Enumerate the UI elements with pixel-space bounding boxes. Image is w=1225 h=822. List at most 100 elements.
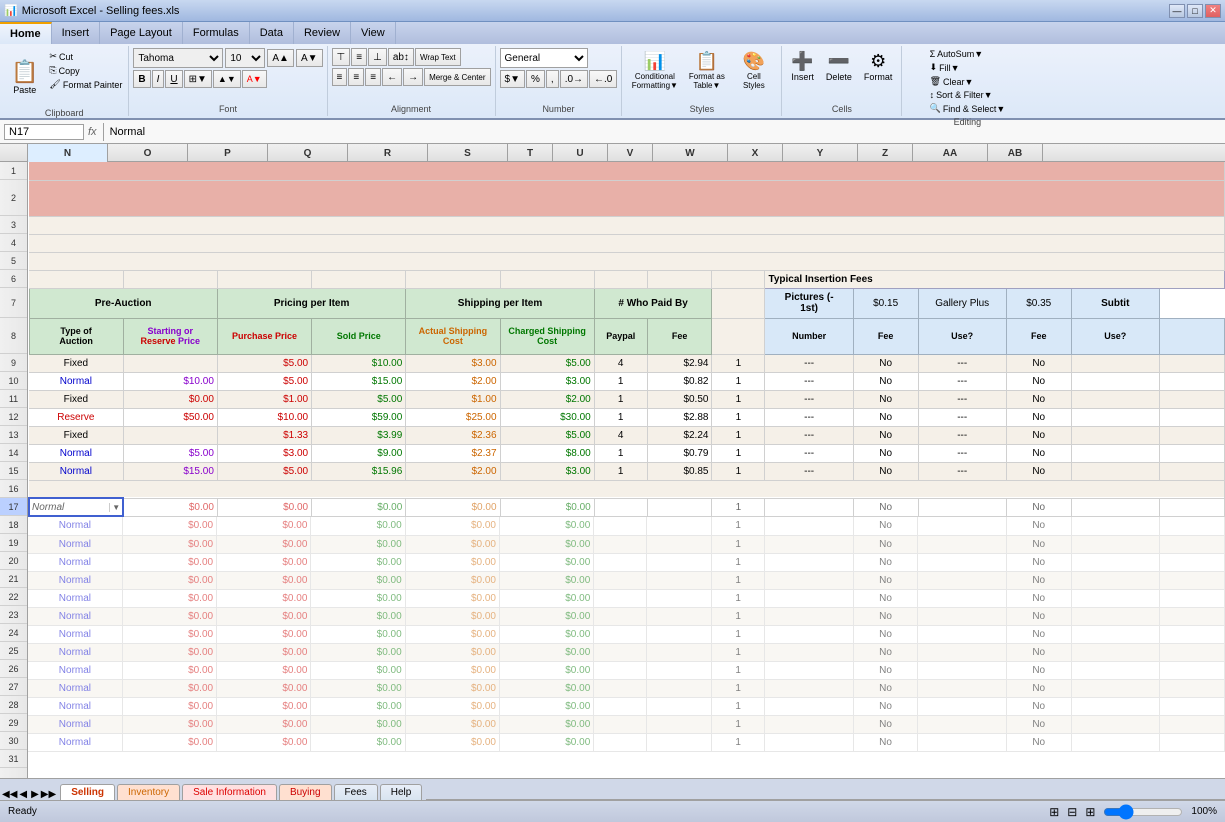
cell-p-faded[interactable]: $0.00	[217, 661, 311, 679]
cell-n-faded[interactable]: Normal	[28, 643, 122, 661]
row-num-23[interactable]: 23	[0, 606, 27, 624]
cell-v-faded[interactable]: 1	[712, 571, 765, 589]
cell-r15[interactable]: $2.00	[406, 462, 500, 480]
row-num-4[interactable]: 4	[0, 234, 27, 252]
cell-s-faded[interactable]: $0.00	[499, 697, 593, 715]
col-header-y[interactable]: Y	[783, 144, 858, 162]
cell-ab-faded[interactable]	[1160, 589, 1225, 607]
cell-x-faded[interactable]: No	[853, 589, 918, 607]
cell-p-faded[interactable]: $0.00	[217, 607, 311, 625]
cell-w14[interactable]: ---	[765, 444, 853, 462]
cell-ab-faded[interactable]	[1160, 571, 1225, 589]
cell-y7[interactable]: Gallery Plus	[918, 288, 1006, 318]
cell-q9[interactable]: $10.00	[312, 354, 406, 372]
cell-v-faded[interactable]: 1	[712, 643, 765, 661]
cell-x12[interactable]: No	[853, 408, 918, 426]
cell-p-faded[interactable]: $0.00	[217, 535, 311, 553]
row-num-6[interactable]: 6	[0, 270, 27, 288]
cell-p9[interactable]: $5.00	[217, 354, 311, 372]
cell-v11[interactable]: 1	[712, 390, 765, 408]
col-header-n[interactable]: N	[28, 144, 108, 162]
cell-w7[interactable]: Pictures (-1st)	[765, 288, 853, 318]
cell-w-faded[interactable]	[765, 589, 853, 607]
cell-x11[interactable]: No	[853, 390, 918, 408]
cell-r-faded[interactable]: $0.00	[405, 553, 499, 571]
cell-ab-faded[interactable]	[1160, 607, 1225, 625]
cell-t7[interactable]: # Who Paid By	[594, 288, 712, 318]
cell-o15[interactable]: $15.00	[123, 462, 217, 480]
sheet-nav-right[interactable]: ▶▶	[41, 789, 56, 800]
cell-r17[interactable]: $0.00	[406, 498, 500, 516]
tab-fees[interactable]: Fees	[334, 784, 378, 800]
cell-r13[interactable]: $2.36	[406, 426, 500, 444]
cell-u-faded[interactable]	[647, 715, 712, 733]
cell-o-faded[interactable]: $0.00	[122, 625, 216, 643]
row-num-15[interactable]: 15	[0, 462, 27, 480]
cell-p-faded[interactable]: $0.00	[217, 679, 311, 697]
cell-z-faded[interactable]: No	[1006, 571, 1071, 589]
cell-v14[interactable]: 1	[712, 444, 765, 462]
cell-n14[interactable]: Normal	[29, 444, 123, 462]
cell-y-faded[interactable]	[918, 571, 1006, 589]
cell-o12[interactable]: $50.00	[123, 408, 217, 426]
tab-review[interactable]: Review	[294, 22, 351, 44]
cell-r-faded[interactable]: $0.00	[405, 715, 499, 733]
cell-aa7[interactable]: Subtit	[1071, 288, 1159, 318]
cell-z-faded[interactable]: No	[1006, 661, 1071, 679]
paste-button[interactable]: 📋 Paste	[4, 48, 45, 106]
cell-v7[interactable]	[712, 288, 765, 318]
cell-s-faded[interactable]: $0.00	[499, 679, 593, 697]
cell-t-faded[interactable]	[594, 661, 647, 679]
cell-ab13[interactable]	[1159, 426, 1224, 444]
cell-x15[interactable]: No	[853, 462, 918, 480]
cell-s14[interactable]: $8.00	[500, 444, 594, 462]
cell-n-faded[interactable]: Normal	[28, 517, 122, 535]
row-num-1[interactable]: 1	[0, 162, 27, 180]
cell-q-faded[interactable]: $0.00	[311, 661, 405, 679]
row-num-14[interactable]: 14	[0, 444, 27, 462]
cell-ab12[interactable]	[1159, 408, 1224, 426]
cell-r-faded[interactable]: $0.00	[405, 535, 499, 553]
cell-x8[interactable]: Fee	[853, 318, 918, 354]
cell-y14[interactable]: ---	[918, 444, 1006, 462]
cell-t9[interactable]: 4	[594, 354, 647, 372]
cell-w-faded[interactable]	[765, 661, 853, 679]
cell-o6[interactable]	[123, 270, 217, 288]
cell-q15[interactable]: $15.96	[312, 462, 406, 480]
cell-styles-btn[interactable]: 🎨 Cell Styles	[734, 48, 774, 93]
cell-aa11[interactable]	[1071, 390, 1159, 408]
cell-v-faded[interactable]: 1	[712, 679, 765, 697]
col-header-u[interactable]: U	[553, 144, 608, 162]
cell-x-faded[interactable]: No	[853, 643, 918, 661]
cell-s10[interactable]: $3.00	[500, 372, 594, 390]
cell-aa12[interactable]	[1071, 408, 1159, 426]
cell-t-faded[interactable]	[594, 517, 647, 535]
cell-w-faded[interactable]	[765, 517, 853, 535]
cell-v-faded[interactable]: 1	[712, 661, 765, 679]
borders-btn[interactable]: ⊞▼	[184, 70, 212, 88]
tab-data[interactable]: Data	[250, 22, 294, 44]
cell-s-faded[interactable]: $0.00	[499, 571, 593, 589]
cell-o17[interactable]: $0.00	[123, 498, 217, 516]
row-num-7[interactable]: 7	[0, 288, 27, 318]
cell-o-faded[interactable]: $0.00	[122, 697, 216, 715]
cell-v15[interactable]: 1	[712, 462, 765, 480]
cell-v-faded[interactable]: 1	[712, 607, 765, 625]
cell-p-faded[interactable]: $0.00	[217, 517, 311, 535]
cell-w-faded[interactable]	[765, 553, 853, 571]
cell-v-faded[interactable]: 1	[712, 733, 765, 751]
cell-ab14[interactable]	[1159, 444, 1224, 462]
row-num-27[interactable]: 27	[0, 678, 27, 696]
cell-r7[interactable]: Shipping per Item	[406, 288, 594, 318]
cell-x-faded[interactable]: No	[853, 607, 918, 625]
cell-n-faded[interactable]: Normal	[28, 535, 122, 553]
tab-selling[interactable]: Selling	[60, 784, 115, 800]
cell-o-faded[interactable]: $0.00	[122, 571, 216, 589]
tab-help[interactable]: Help	[380, 784, 423, 800]
cell-u13[interactable]: $2.24	[647, 426, 712, 444]
cell-o-faded[interactable]: $0.00	[122, 535, 216, 553]
cell-o-faded[interactable]: $0.00	[122, 715, 216, 733]
cell-p-faded[interactable]: $0.00	[217, 643, 311, 661]
row-num-12[interactable]: 12	[0, 408, 27, 426]
formula-input[interactable]	[110, 126, 1221, 138]
